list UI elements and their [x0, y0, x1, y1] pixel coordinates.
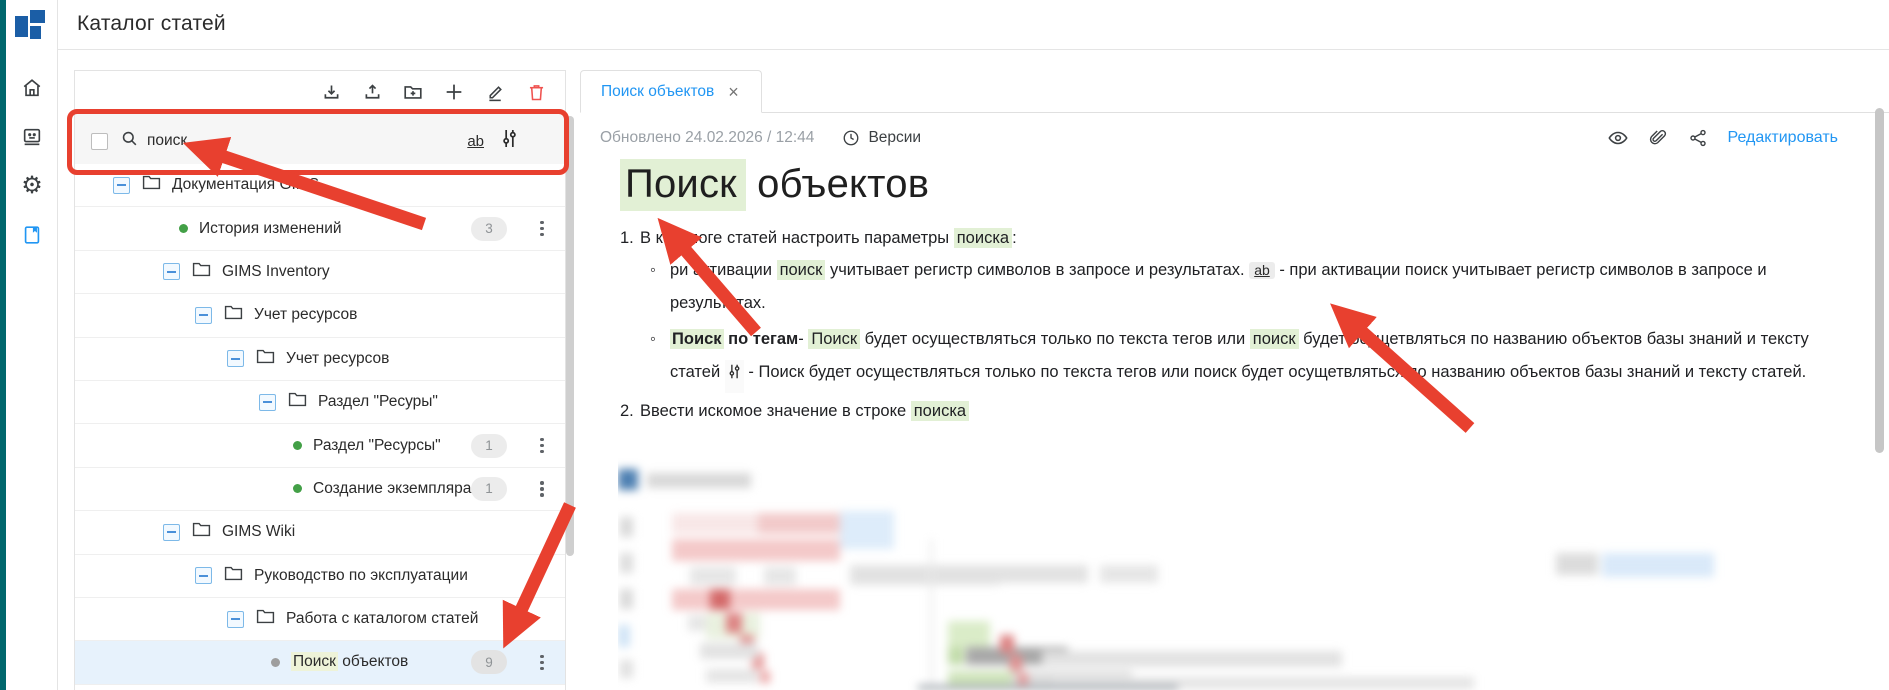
match-count-badge: 9	[471, 650, 507, 674]
reader-icon[interactable]	[12, 117, 52, 157]
search-hit-highlight: Поиск	[291, 652, 338, 671]
tree-row-folder[interactable]: GIMS Inventory	[75, 251, 565, 294]
main-scrollbar[interactable]	[1875, 100, 1884, 690]
tree-scrollbar[interactable]	[566, 114, 574, 690]
folder-icon	[288, 391, 307, 413]
checkbox-indeterminate[interactable]	[227, 611, 244, 628]
checkbox-indeterminate[interactable]	[195, 307, 212, 324]
search-icon	[120, 129, 139, 153]
search-hit-highlight: поиска	[954, 228, 1012, 248]
article-status-dot	[293, 441, 302, 450]
tree-row-folder[interactable]: Раздел "Ресуры"	[75, 381, 565, 424]
paperclip-icon[interactable]	[1647, 127, 1669, 149]
article-status-dot	[271, 658, 280, 667]
tree-row-folder[interactable]: Учет ресурсов	[75, 338, 565, 381]
article-meta-bar: Обновлено 24.02.2026 / 12:44 Версии Реда…	[600, 125, 1870, 151]
tree-row-article[interactable]: Раздел "Ресурсы" 1	[75, 424, 565, 467]
main-scrollbar-thumb[interactable]	[1875, 108, 1884, 453]
plus-icon[interactable]	[443, 81, 465, 103]
folder-icon	[192, 521, 211, 543]
tree-row-folder[interactable]: Документация GIMS	[75, 164, 565, 207]
versions-button[interactable]: Версии	[842, 129, 921, 147]
tree-scrollbar-thumb[interactable]	[566, 116, 574, 556]
search-hit-highlight: поиска	[911, 401, 969, 421]
checkbox-indeterminate[interactable]	[163, 263, 180, 280]
bullet-item-2: ◦ Поиск по тегам- Поиск будет осуществля…	[650, 323, 1850, 393]
left-rail: ⚙	[6, 0, 58, 690]
checkbox-indeterminate[interactable]	[259, 394, 276, 411]
article-status-dot	[293, 484, 302, 493]
tree-row-folder[interactable]: GIMS Wiki	[75, 511, 565, 554]
checkbox-indeterminate[interactable]	[227, 350, 244, 367]
folder-icon	[256, 348, 275, 370]
add-folder-icon[interactable]	[402, 81, 424, 103]
article-title: Поиск объектов	[620, 162, 1850, 207]
top-bar: Каталог статей	[58, 0, 1889, 49]
folder-icon	[256, 608, 275, 630]
edit-pencil-icon[interactable]	[484, 81, 506, 103]
checkbox-indeterminate[interactable]	[113, 177, 130, 194]
kebab-menu-icon[interactable]	[533, 479, 551, 499]
bullet-item-1: ◦ ри активации поиск учитывает регистр с…	[650, 254, 1850, 320]
folder-icon	[224, 304, 243, 326]
numbered-item-1: 1. В каталоге статей настроить параметры…	[620, 229, 1850, 248]
tree-row-article[interactable]: История изменений 3	[75, 207, 565, 250]
sliders-inline-icon	[725, 360, 744, 393]
trash-icon[interactable]	[525, 81, 547, 103]
tab-bar-divider	[761, 112, 1889, 113]
match-count-badge: 3	[471, 217, 507, 241]
page-title: Каталог статей	[77, 12, 226, 36]
tree-row-folder[interactable]: Руководство по эксплуатации	[75, 555, 565, 598]
eye-icon[interactable]	[1607, 127, 1629, 149]
case-sensitive-toggle[interactable]: ab	[467, 133, 484, 150]
kebab-menu-icon[interactable]	[533, 652, 551, 672]
search-hit-highlight: Поиск	[808, 329, 860, 349]
match-count-badge: 1	[471, 434, 507, 458]
folder-icon	[192, 261, 211, 283]
app-root: ⚙ Каталог статей	[0, 0, 1889, 690]
tree-row-folder[interactable]: Учет ресурсов	[75, 294, 565, 337]
tab-search-objects[interactable]: Поиск объектов ×	[580, 70, 762, 113]
checkbox-indeterminate[interactable]	[195, 567, 212, 584]
sliders-icon[interactable]	[500, 128, 519, 154]
tree-rows: Документация GIMS История изменений 3 GI…	[75, 164, 565, 685]
home-icon[interactable]	[12, 68, 52, 108]
numbered-item-2: 2. Ввести искомое значение в строке поис…	[620, 402, 1850, 421]
gear-icon[interactable]: ⚙	[12, 166, 52, 206]
share-icon[interactable]	[1687, 127, 1709, 149]
updated-timestamp: Обновлено 24.02.2026 / 12:44	[600, 129, 814, 147]
tree-toolbar	[75, 71, 565, 113]
kebab-menu-icon[interactable]	[533, 436, 551, 456]
checkbox-indeterminate[interactable]	[163, 524, 180, 541]
app-logo-icon	[14, 9, 48, 43]
embedded-screenshot	[618, 455, 1832, 690]
kebab-menu-icon[interactable]	[533, 219, 551, 239]
article-status-dot	[179, 224, 188, 233]
upload-icon[interactable]	[361, 81, 383, 103]
edit-button[interactable]: Редактировать	[1727, 129, 1838, 147]
select-all-checkbox[interactable]	[91, 133, 108, 150]
search-hit-highlight: Поиск	[670, 329, 724, 349]
download-icon[interactable]	[320, 81, 342, 103]
tree-search-row: ab	[75, 113, 565, 170]
search-hit-highlight: Поиск	[620, 159, 746, 211]
folder-icon	[142, 174, 161, 196]
search-hit-highlight: поиск	[1250, 329, 1299, 349]
case-sensitive-inline-icon: ab	[1249, 262, 1275, 279]
clock-icon	[842, 129, 860, 147]
search-input[interactable]	[147, 132, 397, 150]
bookmark-icon[interactable]	[12, 215, 52, 255]
tree-row-article[interactable]: Создание экземпляра 1	[75, 468, 565, 511]
close-icon[interactable]: ×	[728, 83, 739, 101]
article-body: Поиск объектов 1. В каталоге статей наст…	[620, 162, 1850, 421]
tree-row-folder[interactable]: Работа с каталогом статей	[75, 598, 565, 641]
match-count-badge: 1	[471, 477, 507, 501]
tree-panel: ab Документация GIMS История изменений 3	[74, 70, 566, 690]
search-hit-highlight: поиск	[777, 260, 826, 280]
tab-label: Поиск объектов	[601, 83, 714, 101]
tree-row-article-selected[interactable]: Поиск объектов 9	[75, 641, 565, 684]
folder-icon	[224, 565, 243, 587]
